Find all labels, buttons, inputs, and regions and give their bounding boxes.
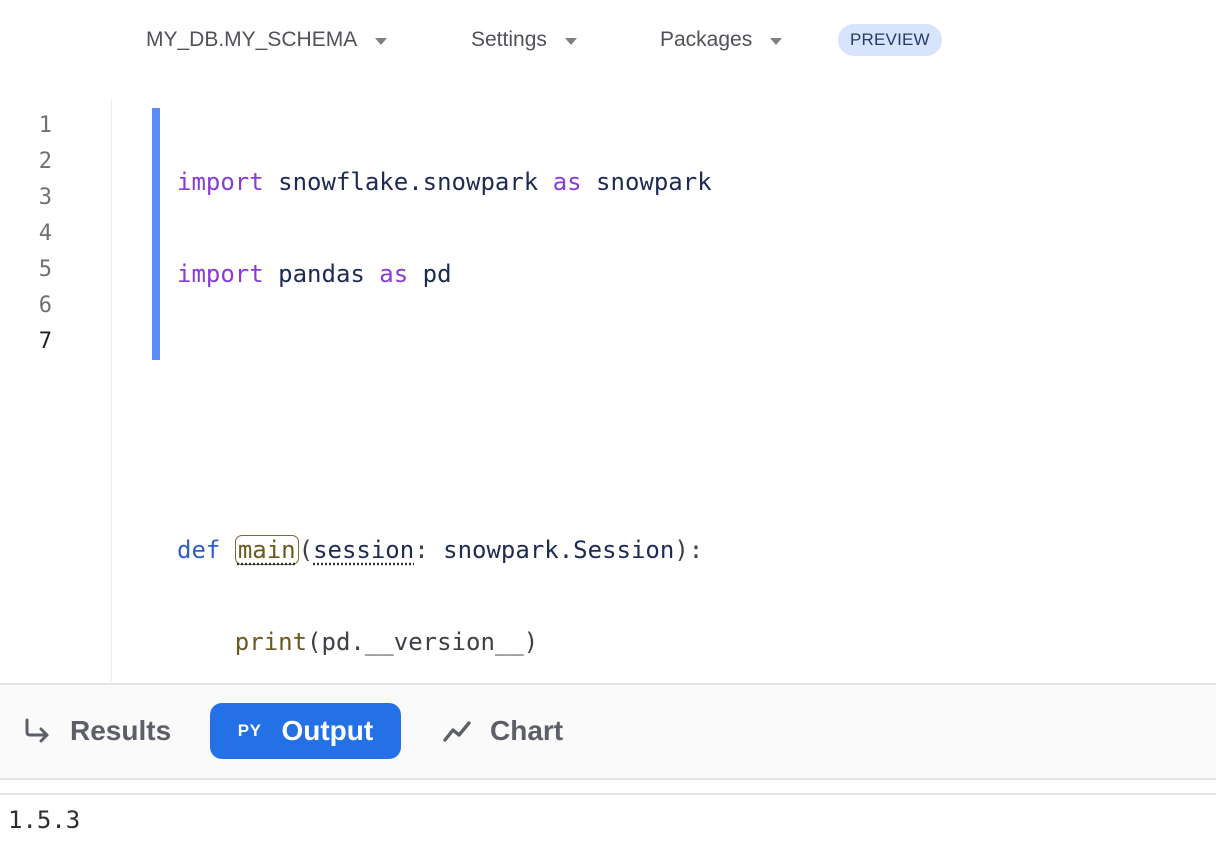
settings-label: Settings [471, 28, 547, 51]
keyword-import: import [177, 260, 264, 288]
arrow-return-icon [25, 718, 49, 743]
caret-down-icon [564, 37, 577, 45]
python-icon: PY [237, 721, 262, 740]
line-number: 1 [38, 113, 52, 138]
settings-dropdown[interactable]: Settings [471, 22, 577, 58]
code-line-5[interactable]: def main (session: snowpark.Session): [177, 532, 712, 568]
database-schema-label: MY_DB.MY_SCHEMA [146, 28, 358, 51]
database-schema-selector[interactable]: MY_DB.MY_SCHEMA [146, 22, 388, 58]
tab-results[interactable]: Results [22, 703, 171, 759]
colon: : [414, 536, 444, 564]
module-name: pandas [263, 260, 380, 288]
module-name: snowflake.snowpark [263, 168, 553, 196]
line-number: 6 [38, 293, 52, 318]
tab-output-label: Output [281, 715, 374, 746]
line-number-active: 7 [38, 329, 52, 354]
line-chart-icon [443, 721, 471, 742]
keyword-def: def [177, 536, 221, 564]
keyword-as: as [379, 260, 409, 288]
line-number: 2 [38, 149, 52, 174]
line-number: 3 [38, 185, 52, 210]
code-line-4[interactable] [177, 440, 712, 476]
builtin-print: print [234, 628, 308, 656]
worksheet-toolbar: MY_DB.MY_SCHEMA Settings Packages PREVIE… [0, 0, 1216, 80]
tab-output[interactable]: PY Output [210, 703, 401, 759]
line-number-gutter: 1 2 3 4 5 6 7 [0, 108, 52, 360]
preview-badge: PREVIEW [838, 24, 942, 56]
caret-down-icon [770, 37, 783, 45]
tab-chart[interactable]: Chart [442, 703, 563, 759]
results-tab-bar: Results PY Output Chart [0, 683, 1216, 780]
keyword-import: import [177, 168, 264, 196]
output-divider [0, 793, 1216, 795]
packages-dropdown[interactable]: Packages [660, 22, 783, 58]
gutter-divider [111, 100, 112, 682]
module-alias: snowpark [581, 168, 712, 196]
code-line-2[interactable]: import pandas as pd [177, 256, 712, 292]
packages-label: Packages [660, 28, 753, 51]
modified-lines-indicator [152, 108, 160, 360]
tab-chart-label: Chart [490, 715, 564, 746]
tab-results-label: Results [70, 715, 172, 746]
python-output-text: 1.5.3 [8, 806, 81, 834]
paren-close: ): [674, 536, 704, 564]
caret-down-icon [375, 37, 388, 45]
paren-open: ( [298, 536, 314, 564]
module-alias: pd [408, 260, 452, 288]
line-number: 5 [38, 257, 52, 282]
code-line-6[interactable]: print(pd.__version__) [177, 624, 712, 660]
param-session: session [313, 536, 415, 564]
line-number: 4 [38, 221, 52, 246]
print-args: (pd.__version__) [307, 628, 539, 656]
code-editor[interactable]: 1 2 3 4 5 6 7 import snowflake.snowpark … [0, 100, 1216, 746]
worksheet-page: MY_DB.MY_SCHEMA Settings Packages PREVIE… [0, 0, 1216, 860]
code-line-1[interactable]: import snowflake.snowpark as snowpark [177, 164, 712, 200]
keyword-as: as [552, 168, 582, 196]
param-type: snowpark.Session [443, 536, 675, 564]
code-line-3[interactable] [177, 348, 712, 384]
function-name-main[interactable]: main [234, 535, 299, 565]
